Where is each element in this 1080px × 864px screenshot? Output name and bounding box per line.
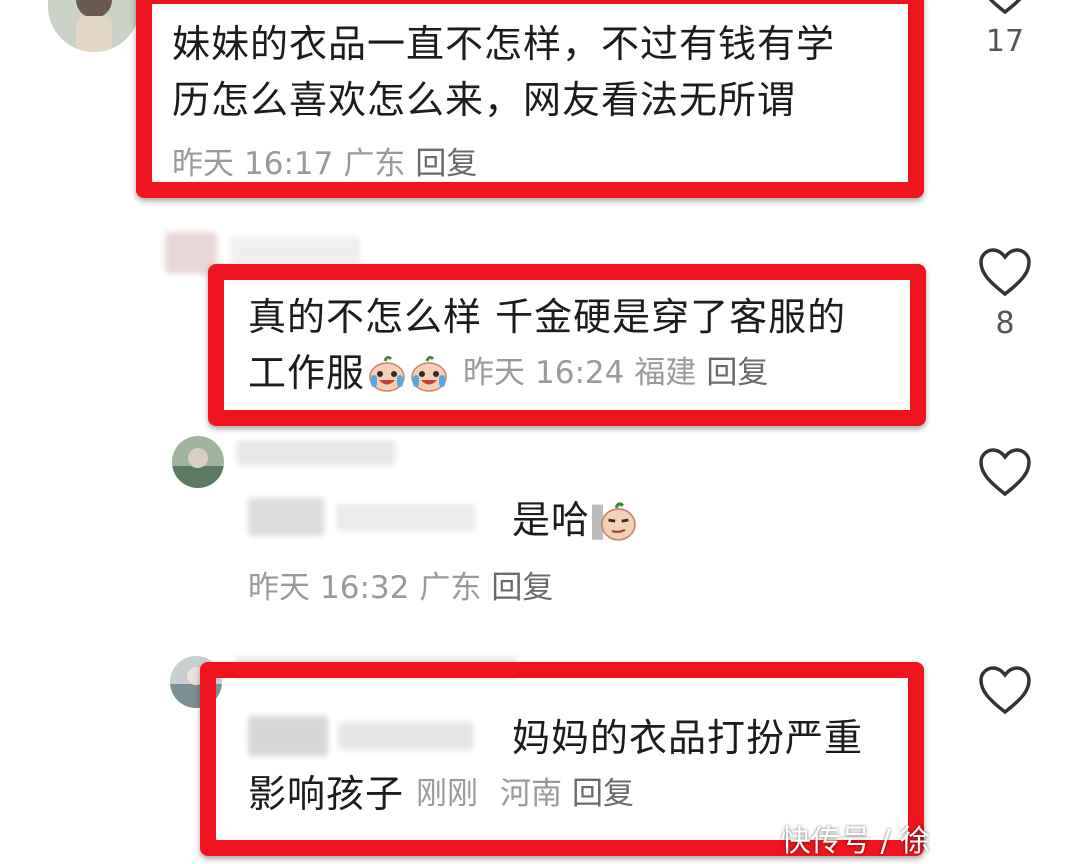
username-blurred	[230, 236, 360, 264]
comment-text-line: 历怎么喜欢怎么来，网友看法无所谓	[172, 78, 797, 122]
heart-icon[interactable]	[977, 664, 1033, 716]
heart-icon[interactable]	[977, 446, 1033, 498]
comment-meta: 昨天 16:32 广东 回复	[248, 562, 563, 607]
smirk-emoji-icon	[592, 502, 636, 541]
username-blurred	[236, 656, 516, 680]
comment-meta: 刚刚 河南 回复	[416, 766, 644, 822]
comment-body: 妹妹的衣品一直不怎样，不过有钱有学 历怎么喜欢怎么来，网友看法无所谓 昨天 16:…	[172, 16, 835, 192]
comment-meta: 昨天 16:24 福建 回复	[463, 345, 778, 401]
comment-text-line: 影响孩子	[248, 772, 405, 816]
like-control[interactable]: 17	[970, 0, 1040, 59]
comment-body: 妈妈的衣品打扮严重 影响孩子 刚刚 河南 回复	[248, 710, 863, 822]
avatar[interactable]	[48, 0, 140, 52]
heart-icon[interactable]	[977, 0, 1033, 16]
reply-button[interactable]: 回复	[572, 776, 634, 812]
comment-text-line: 真的不怎么样 千金硬是穿了客服的	[248, 295, 847, 339]
reply-target-blurred	[336, 504, 476, 532]
like-control[interactable]: 8	[970, 246, 1040, 341]
comment-location: 福建	[634, 355, 697, 391]
comment-location: 广东	[419, 570, 482, 606]
comment-date: 昨天	[248, 570, 310, 606]
comment-time: 16:24	[535, 355, 625, 391]
like-count: 17	[985, 24, 1025, 59]
reply-button[interactable]: 回复	[415, 146, 477, 182]
comment-body: 真的不怎么样 千金硬是穿了客服的 工作服 昨天 16:24 福建 回复	[248, 289, 846, 401]
reply-button[interactable]: 回复	[491, 570, 553, 606]
like-control[interactable]	[970, 664, 1040, 716]
crying-laughing-emoji-icon	[369, 355, 405, 392]
heart-icon[interactable]	[977, 246, 1033, 298]
comment-text-line: 妈妈的衣品打扮严重	[512, 716, 864, 760]
comment-body: 是哈	[512, 492, 636, 548]
watermark: 快传号 / 徐	[780, 824, 930, 859]
avatar[interactable]	[170, 656, 222, 708]
comment-time: 16:32	[320, 570, 410, 606]
reply-target-blurred	[248, 498, 324, 536]
comment-meta: 昨天 16:17 广东 回复	[172, 136, 835, 192]
comment-location: 河南	[500, 776, 563, 812]
comment-text: 是哈	[512, 498, 591, 542]
like-control[interactable]	[970, 446, 1040, 498]
comment-date: 刚刚	[416, 776, 479, 812]
comment-location: 广东	[343, 146, 406, 182]
comment-date: 昨天	[463, 355, 526, 391]
comment-date: 昨天	[172, 146, 234, 182]
crying-laughing-emoji-icon	[411, 355, 447, 392]
comment-text-line: 妹妹的衣品一直不怎样，不过有钱有学	[172, 22, 836, 66]
avatar[interactable]	[165, 232, 217, 274]
avatar[interactable]	[172, 436, 224, 488]
like-count: 8	[995, 306, 1015, 341]
comment-time: 16:17	[244, 146, 334, 182]
reply-button[interactable]: 回复	[706, 355, 768, 391]
username-blurred	[236, 440, 396, 466]
comment-text-line: 工作服	[248, 351, 366, 395]
